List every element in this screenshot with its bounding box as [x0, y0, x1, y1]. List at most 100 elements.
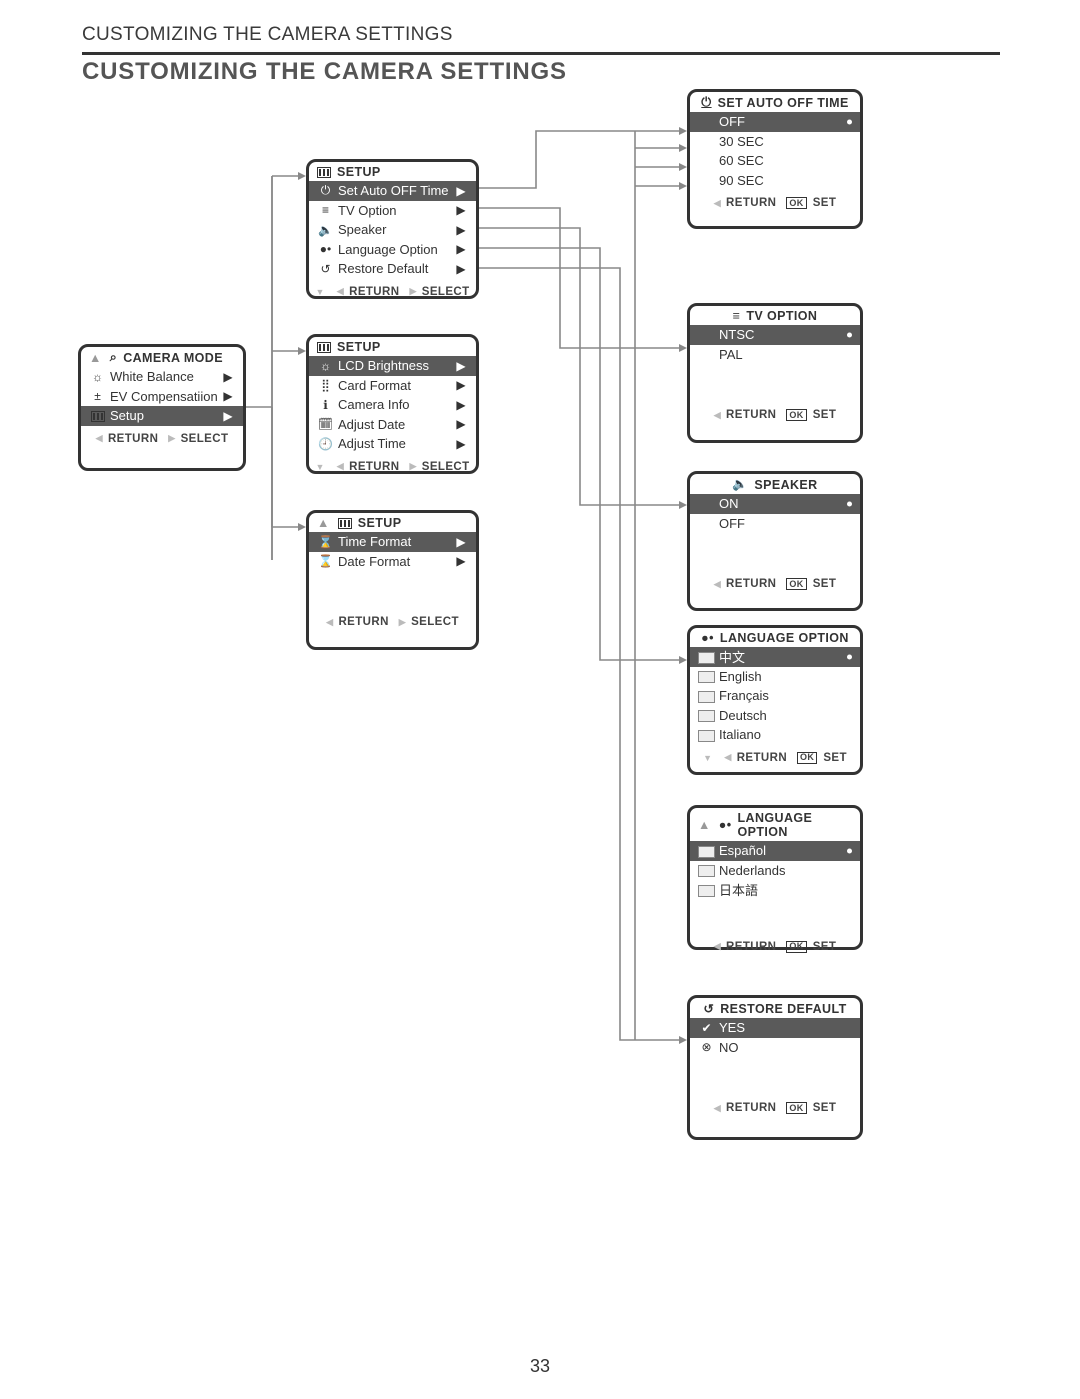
menu-row[interactable]: PAL [690, 345, 860, 365]
select-action: SELECT [399, 616, 459, 628]
menu-row[interactable]: 🔈Speaker▶ [309, 220, 476, 240]
select-action: SELECT [168, 433, 228, 445]
set-action: OKSET [786, 941, 836, 953]
menu-row[interactable]: ↺Restore Default▶ [309, 259, 476, 279]
down-indicator [315, 461, 326, 473]
row-icon: 🕘 [317, 437, 334, 451]
chevron-right-icon: ▶ [221, 389, 235, 403]
menu-row[interactable]: ⣿Card Format▶ [309, 376, 476, 396]
row-label: English [719, 669, 852, 684]
menu-row[interactable]: Nederlands [690, 861, 860, 881]
panel-footer: RETURN OKSET [690, 1098, 860, 1118]
ok-icon: OK [786, 197, 806, 209]
set-action: OKSET [786, 1102, 836, 1114]
menu-row[interactable]: 30 SEC [690, 132, 860, 152]
connectors-layer [0, 0, 1080, 1399]
chevron-right-icon: ▶ [454, 262, 468, 276]
running-header: CUSTOMIZING THE CAMERA SETTINGS [82, 24, 1000, 55]
row-icon [698, 728, 715, 742]
row-label: Card Format [338, 378, 454, 393]
panel-title: ▲ SETUP [309, 513, 476, 532]
title-text: SETUP [337, 340, 381, 354]
chevron-right-icon: ▶ [454, 359, 468, 373]
title-text: RESTORE DEFAULT [720, 1002, 846, 1016]
selected-dot-icon [847, 501, 852, 506]
menu-row[interactable]: Deutsch [690, 706, 860, 726]
return-action: RETURN [96, 433, 159, 445]
reset-icon: ↺ [703, 1001, 714, 1016]
menu-row[interactable]: 中文 [690, 647, 860, 667]
ok-icon: OK [786, 941, 806, 953]
row-label: Speaker [338, 222, 454, 237]
row-label: 中文 [719, 647, 852, 666]
globe-icon: ●• [701, 631, 714, 645]
menu-row[interactable]: ☼LCD Brightness▶ [309, 356, 476, 376]
chevron-right-icon: ▶ [454, 242, 468, 256]
chevron-right-icon: ▶ [454, 535, 468, 549]
row-icon [698, 844, 715, 858]
menu-row[interactable]: ⌛Time Format▶ [309, 532, 476, 552]
row-icon [698, 650, 715, 664]
menu-row[interactable]: Setup▶ [81, 406, 243, 426]
menu-row[interactable]: ⌛Date Format▶ [309, 552, 476, 572]
menu-row[interactable]: ±EV Compensatiion▶ [81, 387, 243, 407]
menu-row[interactable]: ⊗NO [690, 1038, 860, 1058]
row-label: 日本語 [719, 880, 852, 899]
set-action: OKSET [786, 578, 836, 590]
chevron-right-icon: ▶ [221, 409, 235, 423]
menu-row[interactable]: ℹCamera Info▶ [309, 395, 476, 415]
panel-title: ●• LANGUAGE OPTION [690, 628, 860, 647]
menu-row[interactable]: 60 SEC [690, 151, 860, 171]
ok-icon: OK [797, 752, 817, 764]
return-action: RETURN [714, 409, 777, 421]
menu-row[interactable]: ●•Language Option▶ [309, 240, 476, 260]
return-action: RETURN [714, 941, 777, 953]
row-label: Adjust Date [338, 417, 454, 432]
page-number: 33 [0, 1356, 1080, 1377]
menu-row[interactable]: 日本語 [690, 880, 860, 900]
menu-row[interactable]: Français [690, 686, 860, 706]
row-icon [698, 863, 715, 877]
row-label: ON [719, 496, 852, 511]
menu-row[interactable]: OFF [690, 112, 860, 132]
menu-row[interactable]: 🗓Adjust Date▶ [309, 415, 476, 435]
return-action: RETURN [326, 616, 389, 628]
panel-title: ▲ ●• LANGUAGE OPTION [690, 808, 860, 841]
menu-row[interactable]: ✔YES [690, 1018, 860, 1038]
menu-row[interactable]: Español [690, 841, 860, 861]
ok-icon: OK [786, 409, 806, 421]
menu-row[interactable]: English [690, 667, 860, 687]
row-label: Setup [110, 408, 221, 423]
sliders-icon [317, 342, 331, 353]
menu-row[interactable]: Italiano [690, 725, 860, 745]
menu-row[interactable]: 🕘Adjust Time▶ [309, 434, 476, 454]
down-indicator [315, 286, 326, 298]
panel-footer: RETURN OKSET [690, 193, 860, 213]
row-label: Adjust Time [338, 436, 454, 451]
menu-row[interactable]: OFF [690, 514, 860, 534]
up-icon: ▲ [89, 351, 102, 365]
row-label: Deutsch [719, 708, 852, 723]
row-label: Restore Default [338, 261, 454, 276]
menu-row[interactable]: ☼White Balance▶ [81, 367, 243, 387]
title-text: SET AUTO OFF TIME [718, 96, 849, 110]
title-text: TV OPTION [746, 309, 817, 323]
row-icon [698, 708, 715, 722]
row-icon: ⏻ [317, 183, 334, 198]
restore-default-panel: ↺ RESTORE DEFAULT ✔YES⊗NO RETURN OKSET [687, 995, 863, 1140]
chevron-right-icon: ▶ [454, 223, 468, 237]
ok-icon: OK [786, 1102, 806, 1114]
menu-row[interactable]: 90 SEC [690, 171, 860, 191]
menu-row[interactable]: ≡TV Option▶ [309, 201, 476, 221]
menu-row[interactable]: ON [690, 494, 860, 514]
row-label: OFF [719, 516, 852, 531]
return-action: RETURN [714, 578, 777, 590]
globe-icon: ●• [719, 818, 732, 832]
menu-row[interactable]: ⏻Set Auto OFF Time▶ [309, 181, 476, 201]
row-icon: ⌛ [317, 554, 334, 568]
panel-footer: RETURN OKSET [690, 574, 860, 594]
row-label: Language Option [338, 242, 454, 257]
menu-row[interactable]: NTSC [690, 325, 860, 345]
row-label: PAL [719, 347, 852, 362]
up-icon: ▲ [698, 818, 711, 832]
